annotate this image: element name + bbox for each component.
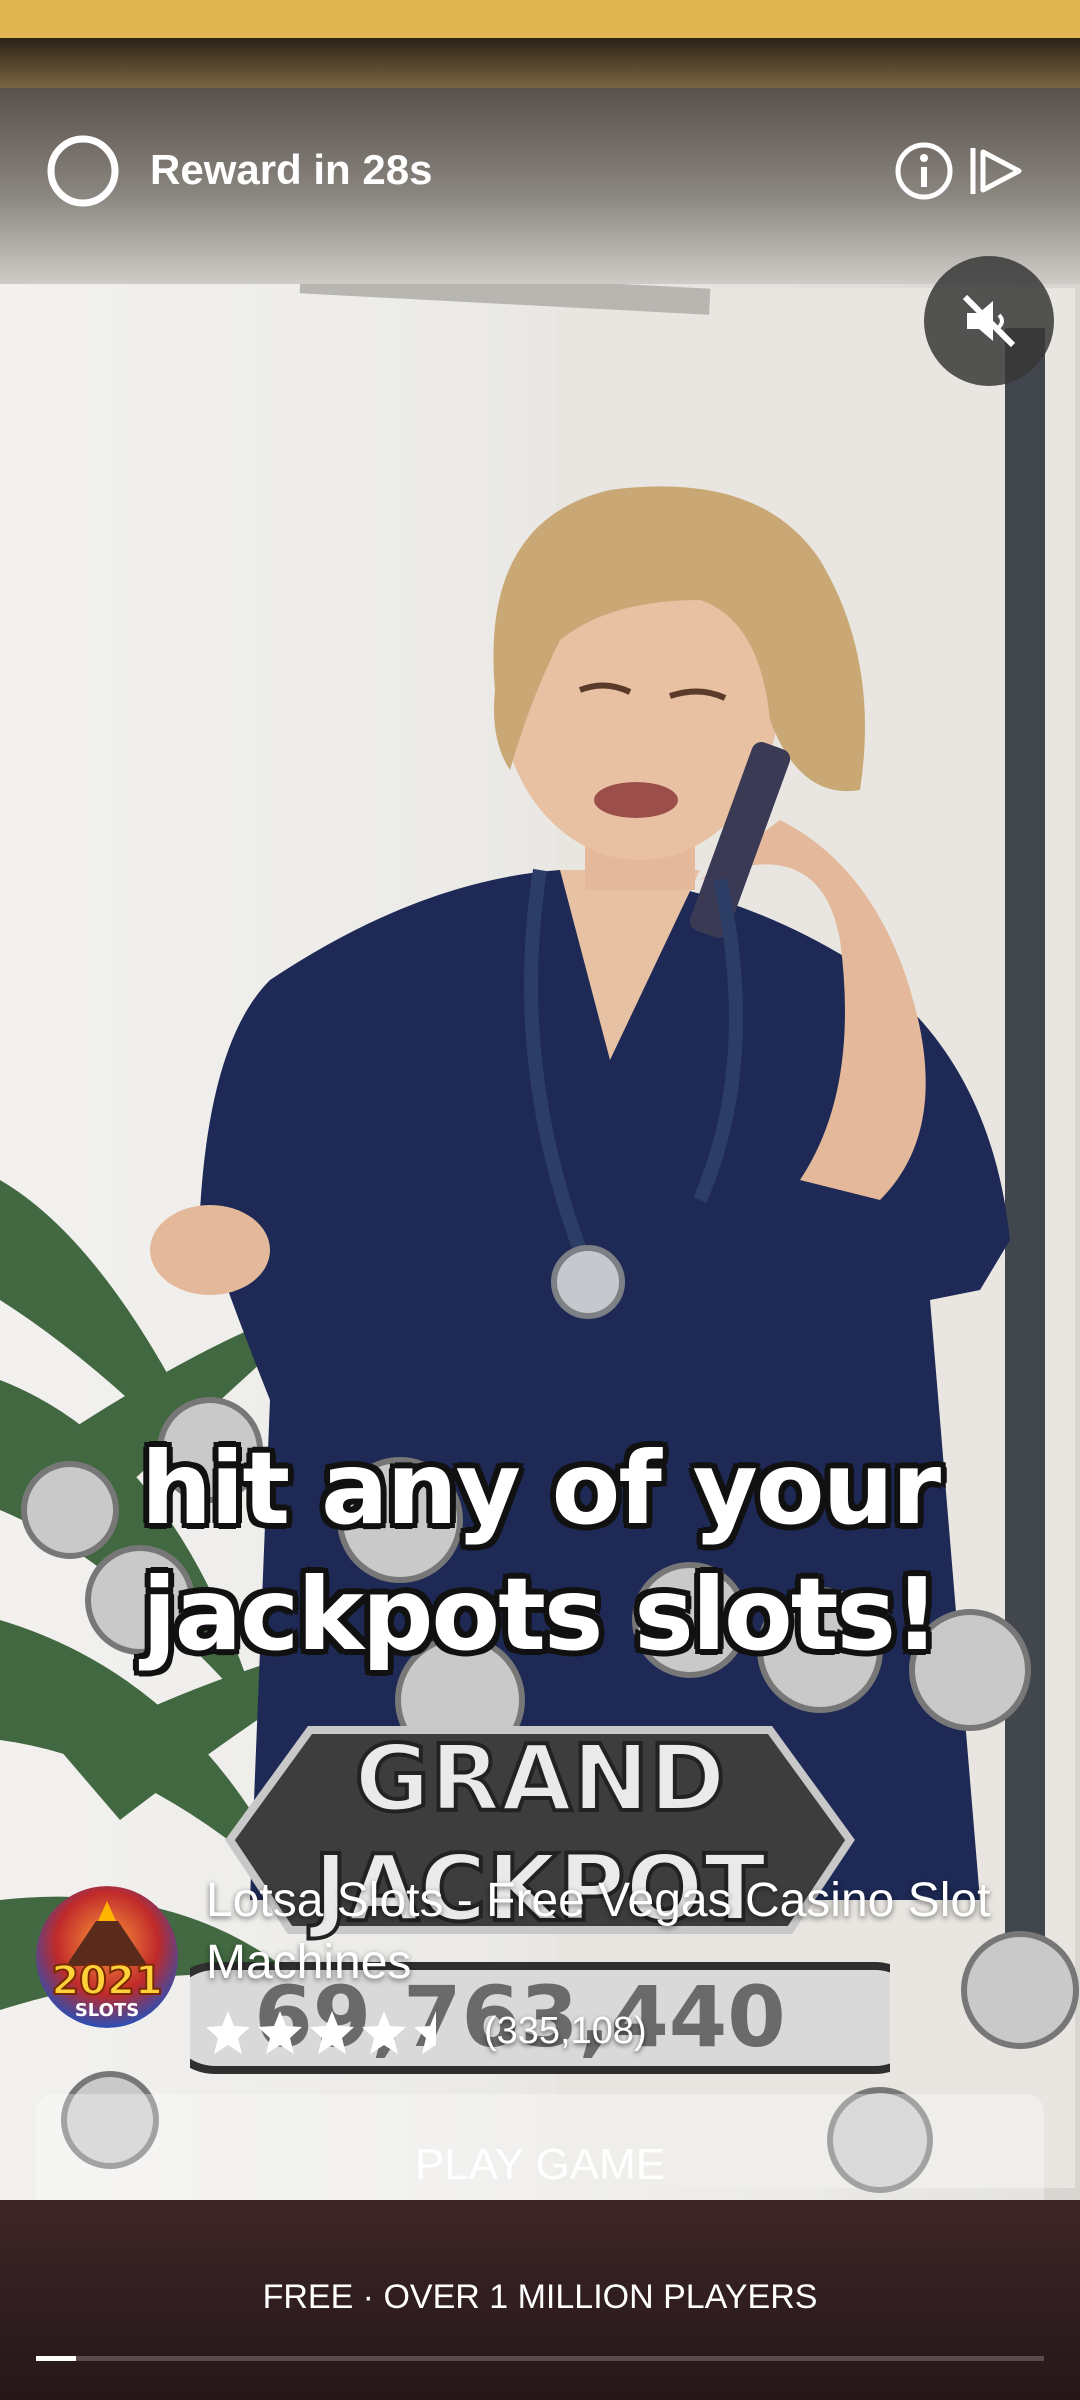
app-icon-slots: SLOTS [75,2000,139,2021]
top-shade [0,38,1080,88]
mute-button[interactable] [924,256,1054,386]
ad-progress-bar [36,2356,1044,2361]
tagline: FREE · OVER 1 MILLION PLAYERS [262,2278,818,2316]
star-icon [310,2011,354,2054]
ad-progress-fill [36,2356,77,2361]
star-icon [258,2011,302,2054]
app-icon-year: 2021 [51,1958,162,2004]
info-icon[interactable] [893,140,955,202]
star-half-icon [414,2011,436,2054]
timer-ring-icon [47,135,119,207]
skip-ad-icon[interactable] [965,140,1027,202]
app-title[interactable]: Lotsa Slots - Free Vegas Casino Slot Mac… [206,1870,1006,1994]
star-icon [362,2011,406,2054]
status-bar [0,0,1080,38]
rating-count: (335,108) [484,2010,647,2052]
muted-speaker-icon [962,294,1016,348]
caption-line-2: jackpots slots! [142,1556,939,1673]
ad-caption: hit any of your jackpots slots! [0,1426,1080,1678]
app-icon[interactable]: 2021 SLOTS [36,1886,178,2028]
star-icon [206,2011,250,2054]
rating-stars [206,2011,436,2054]
caption-line-1: hit any of your [140,1430,941,1547]
banner-word-grand: GRAND [355,1725,726,1832]
reward-countdown: Reward in 28s [150,146,433,193]
